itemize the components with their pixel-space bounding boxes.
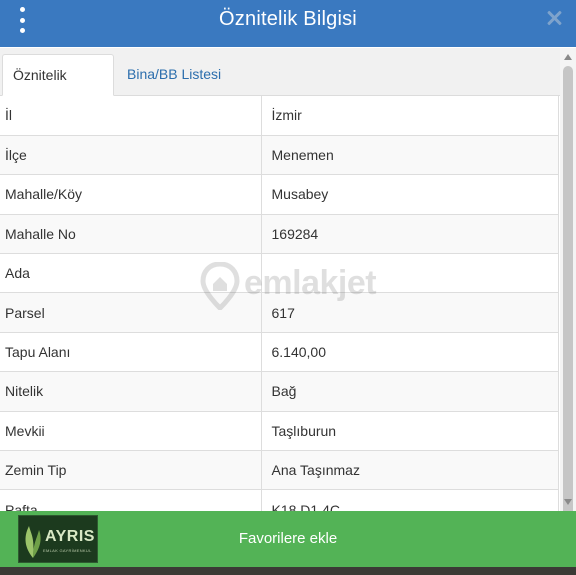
tab-bar: Öznitelik Bilgisi Bina/BB Listesi	[0, 48, 560, 123]
table-row: Nitelik Bağ	[0, 371, 559, 412]
table-row: Zemin Tip Ana Taşınmaz	[0, 450, 559, 491]
attribute-value	[261, 253, 559, 294]
attribute-key: Zemin Tip	[0, 450, 262, 491]
attribute-value: 617	[261, 292, 559, 333]
attribute-table: İl İzmir İlçe Menemen Mahalle/Köy Musabey Maha…	[0, 96, 559, 511]
scroll-thumb[interactable]	[563, 66, 573, 521]
attribute-key: Tapu Alanı	[0, 332, 262, 373]
tab-building-list[interactable]: Bina/BB Listesi	[117, 54, 231, 96]
scrollbar[interactable]	[560, 48, 576, 521]
tab-attribute-info[interactable]: Öznitelik Bilgisi	[2, 54, 114, 123]
attribute-key: Mahalle No	[0, 214, 262, 255]
attribute-value: 169284	[261, 214, 559, 255]
attribute-value: Menemen	[261, 135, 559, 176]
background-strip	[0, 567, 576, 575]
attribute-value: 6.140,00	[261, 332, 559, 373]
logo-subtext: EMLAK GAYRİMENKUL	[43, 548, 92, 553]
attribute-value: Taşlıburun	[261, 411, 559, 452]
attribute-value: K18.D1.4C	[261, 489, 559, 511]
close-icon[interactable]	[546, 10, 562, 26]
table-row: Mevkii Taşlıburun	[0, 411, 559, 452]
attribute-key: Pafta	[0, 489, 262, 511]
logo-text: AYRIS	[45, 528, 95, 545]
scroll-up-icon[interactable]	[564, 54, 572, 60]
attribute-value: Ana Taşınmaz	[261, 450, 559, 491]
scroll-down-icon[interactable]	[564, 499, 572, 505]
attribute-value: Bağ	[261, 371, 559, 412]
attribute-key: Mahalle/Köy	[0, 174, 262, 215]
attribute-value: Musabey	[261, 174, 559, 215]
footer-bar: Favorilere ekle AYRIS EMLAK GAYRİMENKUL	[0, 511, 576, 567]
header-bar: Öznitelik Bilgisi	[0, 0, 576, 47]
agency-logo: AYRIS EMLAK GAYRİMENKUL	[18, 515, 98, 563]
table-row: İlçe Menemen	[0, 135, 559, 176]
attribute-key: İlçe	[0, 135, 262, 176]
attribute-key: Parsel	[0, 292, 262, 333]
table-row: Pafta K18.D1.4C	[0, 489, 559, 511]
attribute-key: İl	[0, 96, 262, 136]
table-row: Tapu Alanı 6.140,00	[0, 332, 559, 373]
attribute-key: Nitelik	[0, 371, 262, 412]
attribute-table-container: İl İzmir İlçe Menemen Mahalle/Köy Musabey Maha…	[0, 96, 560, 511]
dialog-title: Öznitelik Bilgisi	[219, 8, 357, 30]
table-row: Mahalle/Köy Musabey	[0, 174, 559, 215]
attribute-value: İzmir	[261, 96, 559, 136]
table-row: Mahalle No 169284	[0, 214, 559, 255]
leaf-icon	[25, 526, 41, 558]
attribute-key: Mevkii	[0, 411, 262, 452]
table-row: İl İzmir	[0, 96, 559, 136]
attribute-key: Ada	[0, 253, 262, 294]
table-row: Parsel 617	[0, 292, 559, 333]
table-row: Ada	[0, 253, 559, 294]
